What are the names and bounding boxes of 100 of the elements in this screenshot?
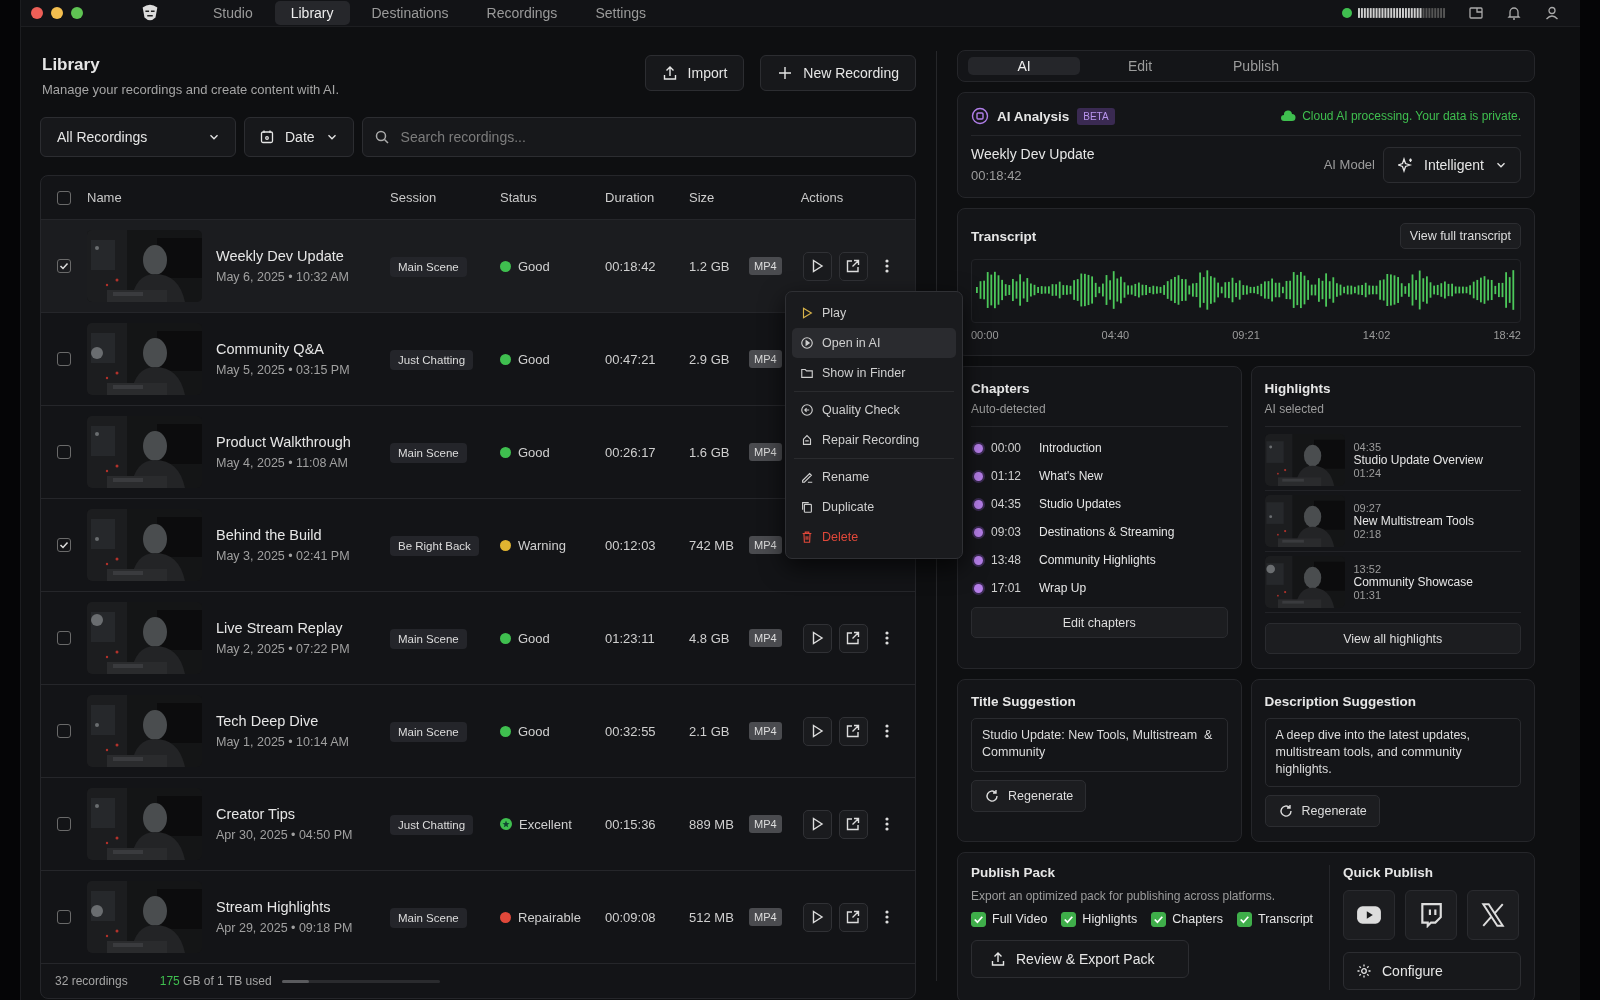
menu-item[interactable]: Rename <box>792 462 956 492</box>
configure-button[interactable]: Configure <box>1343 951 1521 990</box>
gear-icon <box>1356 962 1372 979</box>
search-field[interactable]: Search recordings... <box>361 117 916 157</box>
new-recording-button[interactable]: New Recording <box>760 55 916 91</box>
row-checkbox[interactable] <box>57 910 71 924</box>
status-label: Good <box>518 351 550 367</box>
more-button[interactable] <box>884 259 889 273</box>
row-checkbox[interactable] <box>57 631 71 645</box>
open-external-button[interactable] <box>838 251 868 281</box>
session-tag: Be Right Back <box>390 535 479 556</box>
more-button[interactable] <box>884 910 889 924</box>
nav-tab[interactable]: Library <box>274 1 350 25</box>
more-button[interactable] <box>884 724 889 738</box>
model-dropdown[interactable]: Intelligent <box>1383 146 1521 183</box>
row-checkbox[interactable] <box>57 538 71 552</box>
menu-item[interactable]: Repair Recording <box>792 425 956 455</box>
play-button[interactable] <box>802 809 832 839</box>
view-highlights-button[interactable]: View all highlights <box>1264 623 1521 654</box>
more-icon <box>884 817 889 831</box>
select-all-checkbox[interactable] <box>57 190 71 205</box>
window-icon[interactable] <box>1468 5 1484 21</box>
option-checkbox[interactable] <box>1151 911 1167 927</box>
nav-tab[interactable]: Settings <box>579 1 662 25</box>
duration-cell-text: 00:15:36 <box>605 816 657 832</box>
menu-item[interactable]: Duplicate <box>792 492 956 522</box>
play-button[interactable] <box>802 251 832 281</box>
nav-tab[interactable]: Destinations <box>355 1 465 25</box>
minimize-dot[interactable] <box>51 7 63 19</box>
recordings-filter-dropdown[interactable]: All Recordings <box>40 117 236 157</box>
menu-item[interactable]: Quality Check <box>792 395 956 425</box>
play-button[interactable] <box>802 623 832 653</box>
storage-label: GB of 1 TB used <box>183 974 272 988</box>
session-tag: Main Scene <box>390 256 467 277</box>
column-header: Session <box>390 190 438 205</box>
checkmark-icon <box>58 539 70 551</box>
menu-item[interactable]: Open in AI <box>792 328 956 358</box>
close-dot[interactable] <box>31 7 43 19</box>
publish-description: Export an optimized pack for publishing across platforms. <box>971 888 1277 903</box>
menu-item[interactable]: Play <box>792 298 956 328</box>
more-button[interactable] <box>884 817 889 831</box>
row-checkbox[interactable] <box>57 259 71 273</box>
card-title: Quick Publish <box>1343 864 1435 880</box>
user-icon[interactable] <box>1544 5 1560 21</box>
status-label: Good <box>518 630 550 646</box>
more-icon <box>884 631 889 645</box>
row-checkbox[interactable] <box>57 445 71 459</box>
export-pack-button[interactable]: Review & Export Pack <box>971 939 1189 978</box>
session-tag: Just Chatting <box>390 814 474 835</box>
panel-tab[interactable]: AI <box>968 57 1080 75</box>
status-label: Good <box>518 444 550 460</box>
format-tag: MP4 <box>749 536 782 554</box>
row-checkbox[interactable] <box>57 724 71 738</box>
panel-tab[interactable]: Edit <box>1084 57 1196 75</box>
option-checkbox[interactable] <box>1061 911 1077 927</box>
panel-tab[interactable]: Publish <box>1200 57 1312 75</box>
duration-cell-text: 00:18:42 <box>605 258 657 274</box>
open-external-button[interactable] <box>838 809 868 839</box>
chip-icon <box>971 107 989 125</box>
import-button[interactable]: Import <box>644 55 745 91</box>
menu-item[interactable]: Show in Finder <box>792 358 956 388</box>
title-suggestion-text[interactable]: Studio Update: New Tools, Multistream & Community <box>971 718 1228 772</box>
recording-date: Apr 30, 2025 • 04:50 PM <box>216 828 353 842</box>
nav-tab[interactable]: Recordings <box>470 1 574 25</box>
recording-date: May 4, 2025 • 11:08 AM <box>216 456 349 470</box>
play-button[interactable] <box>802 902 832 932</box>
recording-date: May 1, 2025 • 10:14 AM <box>216 735 349 749</box>
publish-platform-button[interactable] <box>1467 889 1519 940</box>
row-checkbox[interactable] <box>57 352 71 366</box>
row-checkbox[interactable] <box>57 817 71 831</box>
chapter-title: Wrap Up <box>1039 581 1087 595</box>
regenerate-button[interactable]: Regenerate <box>971 780 1087 812</box>
description-suggestion-text[interactable]: A deep dive into the latest updates, multistream tools, and community highlights. <box>1264 718 1521 787</box>
edit-chapters-button[interactable]: Edit chapters <box>971 607 1228 638</box>
more-button[interactable] <box>884 631 889 645</box>
option-checkbox[interactable] <box>971 911 986 927</box>
status-label: Repairable <box>518 909 581 925</box>
open-external-button[interactable] <box>838 623 868 653</box>
regenerate-button[interactable]: Regenerate <box>1264 794 1380 827</box>
chapter-time: 00:00 <box>991 441 1023 455</box>
nav-tab[interactable]: Studio <box>197 1 269 25</box>
time-label: 18:42 <box>1493 329 1521 341</box>
format-tag: MP4 <box>749 908 782 926</box>
chapter-dot <box>974 555 983 565</box>
recording-duration: 00:18:42 <box>971 168 1023 183</box>
more-icon <box>884 259 889 273</box>
option-checkbox[interactable] <box>1237 911 1252 927</box>
maximize-dot[interactable] <box>71 7 83 19</box>
view-transcript-button[interactable]: View full transcript <box>1399 223 1521 249</box>
bell-icon[interactable] <box>1506 5 1522 21</box>
menu-item[interactable]: Delete <box>792 522 956 552</box>
open-external-button[interactable] <box>838 902 868 932</box>
date-filter-dropdown[interactable]: Date <box>244 117 354 157</box>
publish-platform-button[interactable] <box>1343 889 1395 940</box>
play-button[interactable] <box>802 716 832 746</box>
publish-platform-button[interactable] <box>1405 889 1457 940</box>
highlight-duration: 01:24 <box>1353 467 1383 479</box>
open-external-button[interactable] <box>838 716 868 746</box>
highlight-time: 04:35 <box>1353 441 1383 453</box>
session-tag: Main Scene <box>390 907 467 928</box>
